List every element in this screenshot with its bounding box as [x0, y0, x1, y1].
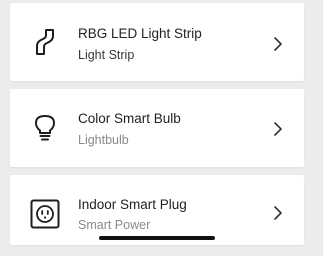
device-name: Color Smart Bulb — [78, 111, 181, 126]
device-type: Lightbulb — [78, 133, 129, 147]
device-list: RBG LED Light Strip Light Strip Color Sm… — [0, 0, 323, 256]
home-indicator[interactable] — [99, 236, 215, 240]
smart-plug-icon — [30, 199, 60, 229]
lightbulb-icon — [30, 113, 60, 143]
chevron-right-icon[interactable] — [272, 205, 284, 221]
device-type: Light Strip — [78, 48, 135, 62]
device-row-smart-plug[interactable]: Indoor Smart Plug Smart Power — [10, 175, 304, 245]
device-name: Indoor Smart Plug — [78, 197, 187, 212]
device-type: Smart Power — [78, 218, 151, 232]
chevron-right-icon[interactable] — [272, 121, 284, 137]
light-strip-icon — [30, 27, 60, 57]
chevron-right-icon[interactable] — [272, 36, 284, 52]
device-name: RBG LED Light Strip — [78, 26, 202, 41]
device-row-light-strip[interactable]: RBG LED Light Strip Light Strip — [10, 3, 304, 81]
device-row-smart-bulb[interactable]: Color Smart Bulb Lightbulb — [10, 89, 304, 167]
